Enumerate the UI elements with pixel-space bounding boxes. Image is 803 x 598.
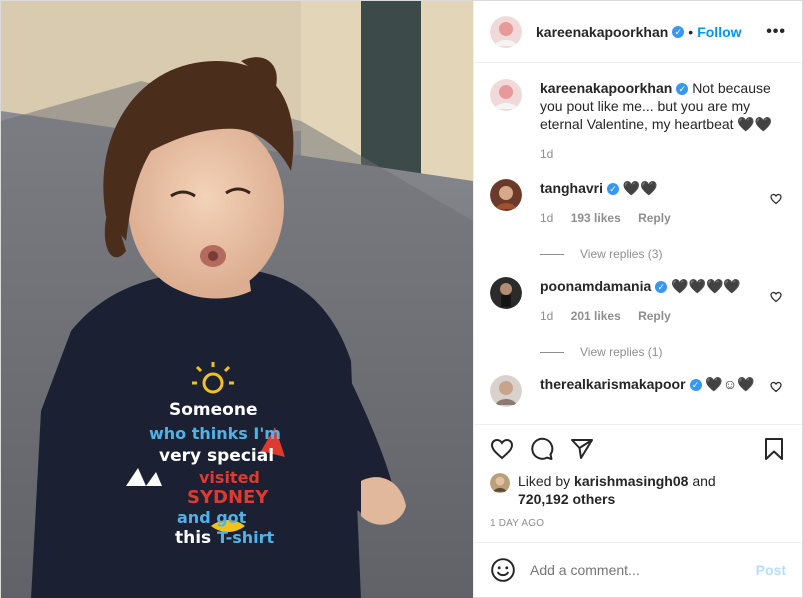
post-modal: Someone who thinks I'm very special visi… <box>0 0 803 598</box>
separator-dot: • <box>688 23 694 40</box>
like-comment-heart-icon[interactable] <box>770 193 782 205</box>
verified-badge-icon: ✓ <box>672 25 685 38</box>
post-sidebar: kareenakapoorkhan ✓ • Follow ••• kareena… <box>473 1 802 597</box>
reply-button[interactable]: Reply <box>638 211 671 225</box>
follow-button[interactable]: Follow <box>697 24 741 40</box>
save-bookmark-icon[interactable] <box>762 437 786 461</box>
view-replies-button[interactable]: View replies (1) <box>540 345 786 359</box>
like-heart-icon[interactable] <box>490 437 514 461</box>
divider <box>540 351 564 353</box>
comments-list[interactable]: kareenakapoorkhan ✓ Not because you pout … <box>474 63 802 424</box>
comment-input[interactable] <box>530 562 756 578</box>
comment-text: 🖤🖤🖤🖤 <box>671 278 741 294</box>
likes-and: and <box>692 473 716 489</box>
list-item: tanghavri ✓ 🖤🖤 1d 193 likes Reply <box>490 163 786 227</box>
caption: kareenakapoorkhan ✓ Not because you pout … <box>490 63 786 163</box>
comment-time[interactable]: 1d <box>540 309 553 323</box>
more-options-icon[interactable]: ••• <box>766 23 786 41</box>
shirt-text-3: very special <box>159 446 274 466</box>
comment-username[interactable]: therealkarismakapoor <box>540 376 686 392</box>
liked-by-prefix: Liked by <box>518 473 571 489</box>
view-replies-button[interactable]: View replies (3) <box>540 247 786 261</box>
list-item: poonamdamania ✓ 🖤🖤🖤🖤 1d 201 likes Reply <box>490 261 786 325</box>
shirt-text-5: SYDNEY <box>187 487 269 508</box>
comment-time[interactable]: 1d <box>540 211 553 225</box>
comment-likes[interactable]: 193 likes <box>571 211 621 225</box>
action-bar <box>474 424 802 472</box>
verified-badge-icon: ✓ <box>655 281 668 294</box>
shirt-text-4: visited <box>199 468 260 487</box>
avatar[interactable] <box>490 375 522 407</box>
author-avatar[interactable] <box>490 15 522 48</box>
share-paper-plane-icon[interactable] <box>570 437 594 461</box>
post-timestamp[interactable]: 1 DAY AGO <box>474 512 802 542</box>
caption-time[interactable]: 1d <box>540 147 553 161</box>
shirt-text-2: who thinks I'm <box>149 424 281 443</box>
photo-illustration: Someone who thinks I'm very special visi… <box>1 1 473 598</box>
view-replies-label[interactable]: View replies (1) <box>580 345 662 359</box>
liked-by-user[interactable]: karishmasingh08 <box>574 473 688 489</box>
avatar[interactable] <box>490 277 522 309</box>
author-username[interactable]: kareenakapoorkhan <box>536 24 668 40</box>
like-comment-heart-icon[interactable] <box>770 291 782 303</box>
emoji-smiley-icon[interactable] <box>490 557 516 583</box>
add-comment-bar: Post <box>474 542 802 597</box>
comment-text: 🖤🖤 <box>622 180 658 196</box>
shirt-text-7: this <box>175 528 211 548</box>
list-item: therealkarismakapoor ✓ 🖤☺🖤 <box>490 359 786 407</box>
likes-summary: Liked by karishmasingh08 and 720,192 oth… <box>474 472 802 512</box>
post-photo[interactable]: Someone who thinks I'm very special visi… <box>1 1 473 598</box>
verified-badge-icon: ✓ <box>689 379 702 392</box>
verified-badge-icon: ✓ <box>676 83 689 96</box>
verified-badge-icon: ✓ <box>607 183 620 196</box>
comment-bubble-icon[interactable] <box>530 437 554 461</box>
view-replies-label[interactable]: View replies (3) <box>580 247 662 261</box>
reply-button[interactable]: Reply <box>638 309 671 323</box>
comment-username[interactable]: poonamdamania <box>540 278 651 294</box>
liker-avatar[interactable] <box>490 473 510 493</box>
likes-others[interactable]: 720,192 others <box>518 491 615 507</box>
comment-text: 🖤☺🖤 <box>705 376 755 392</box>
post-comment-button[interactable]: Post <box>756 562 786 578</box>
comment-username[interactable]: tanghavri <box>540 180 603 196</box>
shirt-text-6: and got <box>177 508 247 527</box>
avatar[interactable] <box>490 179 522 211</box>
shirt-text-1: Someone <box>169 400 257 420</box>
shirt-text-8: T-shirt <box>217 528 274 547</box>
post-header: kareenakapoorkhan ✓ • Follow ••• <box>474 1 802 63</box>
caption-avatar[interactable] <box>490 79 522 111</box>
like-comment-heart-icon[interactable] <box>770 381 782 393</box>
comment-likes[interactable]: 201 likes <box>571 309 621 323</box>
caption-username[interactable]: kareenakapoorkhan <box>540 80 672 96</box>
divider <box>540 253 564 255</box>
